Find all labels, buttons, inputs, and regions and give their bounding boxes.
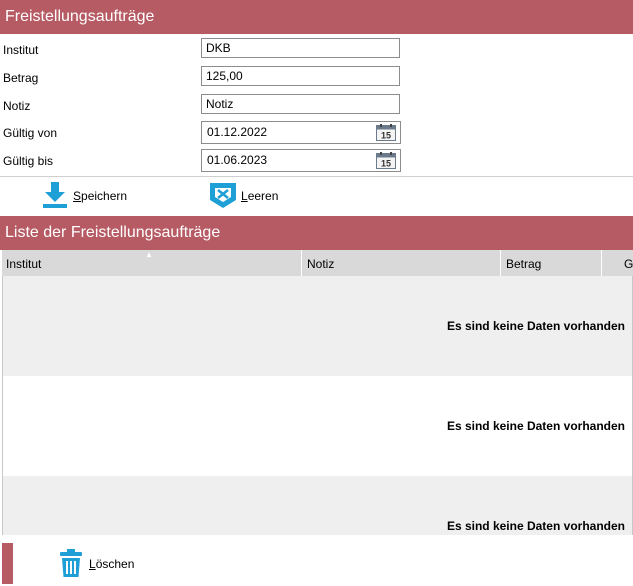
calendar-day-number: 15 <box>381 159 391 169</box>
column-header-notiz[interactable]: Notiz <box>303 250 501 276</box>
calendar-day-number: 15 <box>381 131 391 141</box>
gueltig-von-label: Gültig von <box>3 126 58 140</box>
calendar-icon[interactable]: 15 <box>376 124 396 141</box>
delete-button[interactable]: Löschen <box>57 546 157 580</box>
column-header-institut[interactable]: Institut ▲ <box>2 250 302 276</box>
list-panel-title: Liste der Freistellungsaufträge <box>5 224 221 241</box>
gueltig-von-date-field[interactable]: 01.12.2022 15 <box>201 121 401 144</box>
table-row: Es sind keine Daten vorhanden <box>2 376 633 476</box>
institut-input[interactable] <box>201 38 400 58</box>
table-header: Institut ▲ Notiz Betrag G <box>2 250 633 276</box>
footer-accent-bar <box>2 543 13 584</box>
gueltig-bis-date-field[interactable]: 01.06.2023 15 <box>201 149 401 172</box>
clear-label: Leeren <box>241 189 279 203</box>
delete-label: Löschen <box>89 557 135 571</box>
form-divider <box>0 176 633 177</box>
institut-label: Institut <box>3 43 39 57</box>
empty-message: Es sind keine Daten vorhanden <box>446 319 625 333</box>
form-row-institut: Institut <box>0 38 633 66</box>
betrag-input[interactable] <box>201 66 400 86</box>
notiz-label: Notiz <box>3 99 31 113</box>
column-header-gueltig[interactable]: G <box>603 250 633 276</box>
form-row-notiz: Notiz <box>0 94 633 122</box>
empty-message: Es sind keine Daten vorhanden <box>446 419 625 433</box>
gueltig-bis-label: Gültig bis <box>3 154 54 168</box>
trash-icon <box>60 549 82 577</box>
save-label: Speichern <box>73 189 128 203</box>
save-button[interactable]: Speichern <box>40 178 140 212</box>
form-panel-title: Freistellungsaufträge <box>5 8 155 25</box>
table-left-border <box>2 276 3 535</box>
form-row-gueltig-von: Gültig von 01.12.2022 15 <box>0 121 633 149</box>
download-icon <box>43 182 67 208</box>
table-row: Es sind keine Daten vorhanden <box>2 476 633 535</box>
notiz-input[interactable] <box>201 94 400 114</box>
eraser-icon <box>210 183 236 208</box>
form-row-gueltig-bis: Gültig bis 01.06.2023 15 <box>0 149 633 177</box>
form-panel-header: Freistellungsaufträge <box>0 0 633 34</box>
empty-message: Es sind keine Daten vorhanden <box>446 519 625 533</box>
gueltig-bis-value[interactable]: 01.06.2023 <box>207 153 267 167</box>
clear-button[interactable]: Leeren <box>207 178 297 212</box>
column-header-betrag[interactable]: Betrag <box>502 250 602 276</box>
form-row-betrag: Betrag <box>0 66 633 94</box>
sort-ascending-icon: ▲ <box>145 250 153 259</box>
gueltig-von-value[interactable]: 01.12.2022 <box>207 125 267 139</box>
calendar-icon[interactable]: 15 <box>376 152 396 169</box>
list-panel-header: Liste der Freistellungsaufträge <box>0 216 633 250</box>
table-row: Es sind keine Daten vorhanden <box>2 276 633 376</box>
betrag-label: Betrag <box>3 71 39 85</box>
